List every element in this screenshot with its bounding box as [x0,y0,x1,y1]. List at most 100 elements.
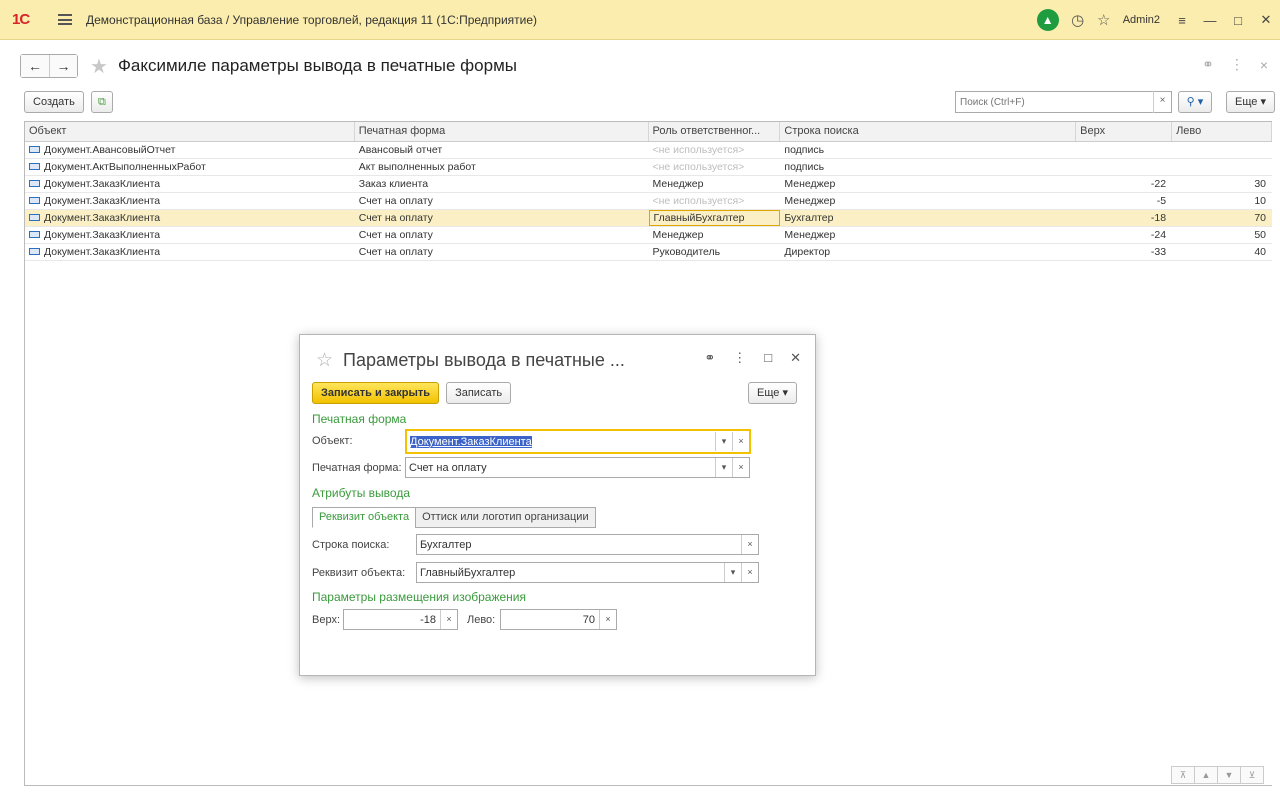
cell-search-string[interactable]: Менеджер [780,176,1076,192]
cell-role[interactable]: <не используется> [649,159,781,175]
cell-role[interactable]: ГлавныйБухгалтер [648,210,781,226]
close-icon[interactable]: ✕ [1252,12,1280,28]
cell-role[interactable]: <не используется> [649,142,781,158]
create-button[interactable]: Создать [24,91,84,113]
print-form-dropdown-icon[interactable]: ▾ [715,458,732,477]
column-header-top[interactable]: Верх [1076,122,1173,141]
search-string-clear-icon[interactable]: × [741,535,758,554]
cell-top[interactable]: -33 [1076,244,1172,260]
cell-left[interactable]: 50 [1172,227,1272,243]
search-button[interactable]: ⚲ ▾ [1178,91,1212,113]
cell-object[interactable]: Документ.АктВыполненныхРабот [25,159,355,175]
forward-button[interactable]: → [49,55,77,77]
search-string-field[interactable]: Бухгалтер × [416,534,759,555]
object-attr-field[interactable]: ГлавныйБухгалтер ▾ × [416,562,759,583]
left-field[interactable]: 70 × [500,609,617,630]
search-clear-icon[interactable]: × [1153,91,1171,113]
scroll-first-icon[interactable]: ⊼ [1171,766,1195,784]
cell-left[interactable]: 30 [1172,176,1272,192]
scroll-up-icon[interactable]: ▲ [1194,766,1218,784]
cell-print-form[interactable]: Авансовый отчет [355,142,649,158]
search-field[interactable]: × [955,91,1172,113]
table-row[interactable]: Документ.АвансовыйОтчет Авансовый отчет <н… [25,142,1272,159]
link-icon[interactable]: ⚭ [1202,56,1214,73]
minimize-icon[interactable]: — [1196,13,1224,28]
cell-top[interactable] [1076,142,1172,158]
cell-top[interactable] [1076,159,1172,175]
close-form-icon[interactable]: × [1260,57,1268,73]
cell-role[interactable]: <не используется> [649,193,781,209]
notifications-icon[interactable]: ▲ [1036,9,1059,31]
cell-top[interactable]: -24 [1076,227,1172,243]
maximize-icon[interactable]: □ [1224,13,1252,28]
table-row[interactable]: Документ.ЗаказКлиента Счет на оплату <не и… [25,193,1272,210]
dialog-more-button[interactable]: Еще ▾ [748,382,797,404]
dialog-more-icon[interactable]: ⋮ [733,350,746,366]
print-form-value[interactable]: Счет на оплату [406,462,715,474]
cell-object[interactable]: Документ.АвансовыйОтчет [25,142,355,158]
cell-print-form[interactable]: Заказ клиента [355,176,649,192]
cell-top[interactable]: -5 [1076,193,1172,209]
cell-object[interactable]: Документ.ЗаказКлиента [25,210,355,226]
object-clear-icon[interactable]: × [732,432,749,451]
column-header-print-form[interactable]: Печатная форма [355,122,649,141]
table-row[interactable]: Документ.АктВыполненныхРабот Акт выполнен… [25,159,1272,176]
save-button[interactable]: Записать [446,382,512,404]
print-form-field[interactable]: Счет на оплату ▾ × [405,457,750,478]
tab-stamp[interactable]: Оттиск или логотип организации [415,507,596,528]
cell-role[interactable]: Руководитель [649,244,781,260]
history-icon[interactable]: ◷ [1071,11,1085,29]
cell-role[interactable]: Менеджер [649,176,781,192]
cell-search-string[interactable]: подпись [780,142,1076,158]
cell-object[interactable]: Документ.ЗаказКлиента [25,227,355,243]
cell-object[interactable]: Документ.ЗаказКлиента [25,193,355,209]
top-clear-icon[interactable]: × [440,610,457,629]
column-header-left[interactable]: Лево [1172,122,1272,141]
tab-object-attr[interactable]: Реквизит объекта [312,507,417,528]
table-row[interactable]: Документ.ЗаказКлиента Счет на оплату Главн… [25,210,1272,227]
dialog-favorite-icon[interactable]: ☆ [316,349,333,372]
object-attr-value[interactable]: ГлавныйБухгалтер [417,567,724,579]
back-button[interactable]: ← [21,55,49,77]
cell-left[interactable] [1172,159,1272,175]
scroll-down-icon[interactable]: ▼ [1217,766,1241,784]
menu-icon[interactable] [58,14,72,25]
dialog-close-icon[interactable]: ✕ [790,350,801,366]
cell-top[interactable]: -22 [1076,176,1172,192]
table-row[interactable]: Документ.ЗаказКлиента Заказ клиента Менедж… [25,176,1272,193]
top-value[interactable]: -18 [344,614,440,626]
left-clear-icon[interactable]: × [599,610,616,629]
cell-search-string[interactable]: подпись [780,159,1076,175]
favorite-star-icon[interactable]: ★ [90,54,108,79]
cell-print-form[interactable]: Счет на оплату [355,227,649,243]
print-form-clear-icon[interactable]: × [732,458,749,477]
top-field[interactable]: -18 × [343,609,458,630]
cell-left[interactable]: 70 [1172,210,1272,226]
copy-icon[interactable]: ⧉ [90,91,113,113]
settings-menu-icon[interactable]: ≡ [1168,13,1196,28]
table-row[interactable]: Документ.ЗаказКлиента Счет на оплату Менед… [25,227,1272,244]
cell-left[interactable]: 10 [1172,193,1272,209]
column-header-search-string[interactable]: Строка поиска [780,122,1077,141]
object-attr-dropdown-icon[interactable]: ▾ [724,563,741,582]
dialog-maximize-icon[interactable]: □ [764,350,772,366]
cell-search-string[interactable]: Менеджер [780,227,1076,243]
cell-left[interactable] [1172,142,1272,158]
user-name[interactable]: Admin2 [1123,14,1160,26]
cell-print-form[interactable]: Счет на оплату [355,210,649,226]
object-attr-clear-icon[interactable]: × [741,563,758,582]
cell-print-form[interactable]: Счет на оплату [355,244,649,260]
dialog-link-icon[interactable]: ⚭ [704,350,715,366]
cell-print-form[interactable]: Акт выполненных работ [355,159,649,175]
search-string-value[interactable]: Бухгалтер [417,539,741,551]
cell-left[interactable]: 40 [1172,244,1272,260]
cell-search-string[interactable]: Бухгалтер [780,210,1076,226]
table-row[interactable]: Документ.ЗаказКлиента Счет на оплату Руков… [25,244,1272,261]
cell-top[interactable]: -18 [1076,210,1172,226]
left-value[interactable]: 70 [501,614,599,626]
cell-object[interactable]: Документ.ЗаказКлиента [25,176,355,192]
favorites-icon[interactable]: ☆ [1097,11,1111,29]
search-input[interactable] [956,96,1153,108]
object-dropdown-icon[interactable]: ▾ [715,432,732,451]
more-button[interactable]: Еще ▾ [1226,91,1275,113]
